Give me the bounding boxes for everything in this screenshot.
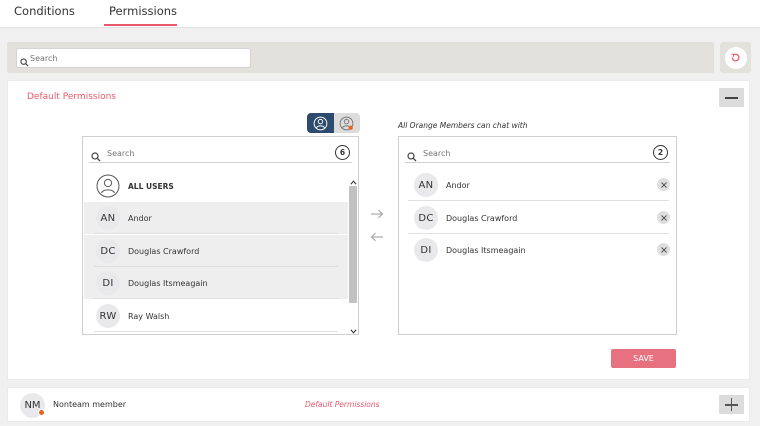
avatar: AN: [96, 206, 120, 230]
avatar: RW: [96, 304, 120, 328]
search-input[interactable]: [30, 50, 245, 66]
search-icon: [91, 147, 101, 166]
selected-search-input[interactable]: [423, 146, 623, 160]
list-scrollbar[interactable]: [348, 178, 358, 335]
search-icon: [407, 147, 417, 166]
available-search-input[interactable]: [107, 146, 307, 160]
selected-users-list: 2 AN Andor DC Douglas Crawford DI Dougla…: [398, 136, 677, 335]
user-name: Ray Walsh: [128, 311, 170, 321]
transfer-controls: [367, 208, 387, 244]
member-name: Nonteam member: [53, 400, 127, 409]
list-item[interactable]: DC Douglas Crawford: [84, 235, 348, 267]
user-type-toggle: [307, 113, 360, 133]
avatar: AN: [414, 173, 438, 197]
search-icon: [20, 52, 29, 71]
remove-icon[interactable]: [657, 178, 670, 191]
available-users-list: 6 ALL USERS AN Andor DC Douglas Crawford…: [82, 136, 359, 335]
user-badge-icon: [339, 116, 354, 130]
avatar: DI: [414, 238, 438, 262]
avatar: DI: [96, 271, 120, 295]
tab-permissions[interactable]: Permissions: [109, 4, 177, 18]
user-name: Douglas Crawford: [128, 246, 200, 256]
panel-title: Default Permissions: [27, 92, 116, 102]
scroll-thumb[interactable]: [349, 186, 357, 303]
remove-icon[interactable]: [657, 243, 670, 256]
refresh-button[interactable]: [720, 42, 751, 73]
search-field[interactable]: [16, 48, 251, 68]
user-name: Andor: [128, 213, 152, 223]
user-icon: [313, 116, 328, 130]
tab-bar: Conditions Permissions: [0, 0, 760, 28]
arrow-left-icon[interactable]: [367, 231, 387, 243]
arrow-right-icon[interactable]: [367, 208, 387, 220]
user-name: Douglas Itsmeagain: [128, 278, 208, 288]
list-item[interactable]: RW Ray Walsh: [84, 300, 348, 332]
user-name: Andor: [446, 180, 470, 190]
expand-button[interactable]: [719, 395, 744, 414]
member-row: NM Nonteam member Default Permissions: [7, 387, 750, 422]
list-item: AN Andor: [400, 169, 677, 201]
collapse-button[interactable]: [719, 88, 744, 107]
save-button[interactable]: SAVE: [611, 349, 676, 368]
status-dot-icon: [38, 409, 45, 416]
avatar: DC: [96, 239, 120, 263]
user-name: Douglas Itsmeagain: [446, 245, 526, 255]
scroll-up-icon[interactable]: [348, 178, 358, 186]
all-users-icon: [96, 174, 120, 198]
scroll-down-icon[interactable]: [348, 327, 358, 335]
all-users-row[interactable]: ALL USERS: [84, 170, 348, 202]
refresh-icon: [724, 46, 747, 69]
list-item[interactable]: DI Douglas Itsmeagain: [84, 267, 348, 299]
tab-conditions[interactable]: Conditions: [14, 4, 75, 18]
toggle-members[interactable]: [307, 113, 334, 133]
available-search[interactable]: 6: [89, 144, 352, 163]
member-permissions-label[interactable]: Default Permissions: [305, 400, 380, 409]
selected-count-badge: 2: [653, 145, 668, 160]
toggle-nonteam[interactable]: [333, 113, 360, 133]
all-users-label: ALL USERS: [128, 181, 174, 191]
list-item: DI Douglas Itsmeagain: [400, 234, 677, 266]
list-item: DC Douglas Crawford: [400, 202, 677, 234]
remove-icon[interactable]: [657, 211, 670, 224]
available-count-badge: 6: [335, 145, 350, 160]
active-tab-indicator: [104, 24, 177, 26]
list-item[interactable]: AN Andor: [84, 202, 348, 234]
avatar: DC: [414, 206, 438, 230]
user-name: Douglas Crawford: [446, 213, 518, 223]
selected-list-caption: All Orange Members can chat with: [398, 121, 528, 130]
selected-search[interactable]: 2: [405, 144, 670, 163]
